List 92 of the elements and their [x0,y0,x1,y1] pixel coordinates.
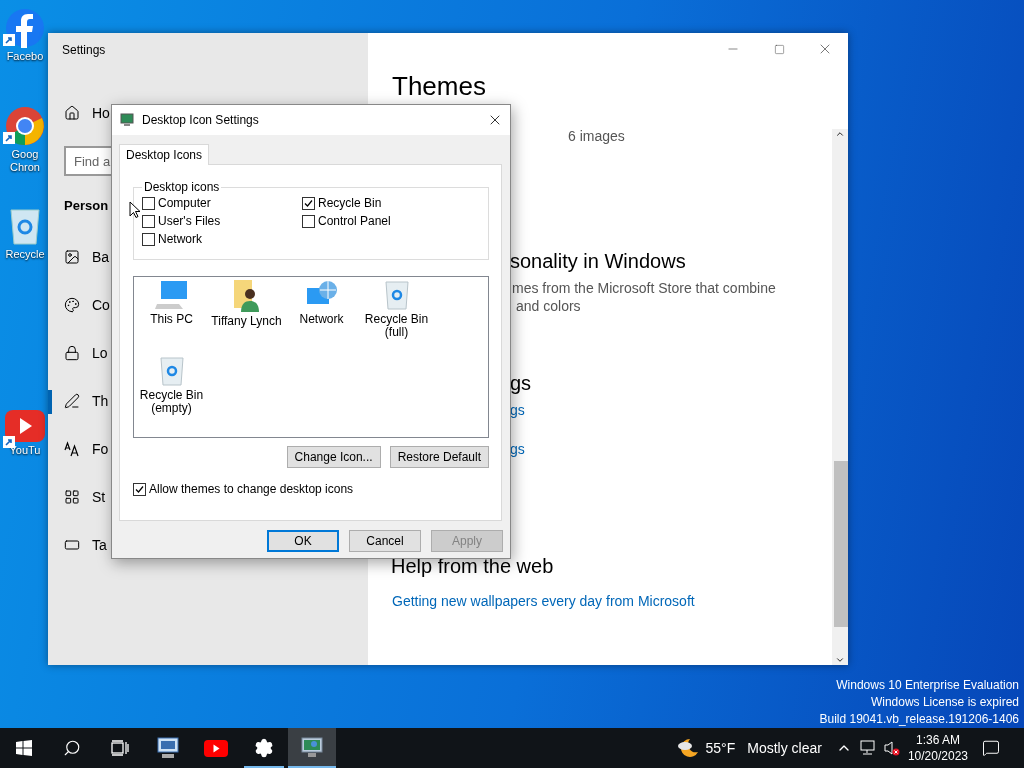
network-icon[interactable] [859,740,878,756]
taskbar-app-button[interactable] [288,728,336,768]
checkbox[interactable] [142,214,155,228]
watermark-text: Windows 10 Enterprise Evaluation [836,677,1019,694]
temperature-text[interactable]: 55°F [705,740,736,756]
theme-count: 6 images [568,127,625,145]
checkbox[interactable] [142,196,155,210]
nav-item[interactable]: Fo [92,441,109,457]
brush-icon [64,393,80,409]
chrome-logo-icon [5,106,45,146]
mouse-cursor-icon [129,201,141,219]
notification-icon[interactable] [982,739,1000,757]
desktop-icon-label[interactable]: Goog Chron [10,148,40,174]
search-icon [63,739,81,757]
remote-desktop-icon[interactable] [156,737,180,759]
taskbar-icon [64,537,80,553]
user-folder-icon [231,280,262,312]
volume-muted-icon[interactable] [883,740,900,756]
icon-label[interactable]: Tiffany Lynch [210,315,283,328]
checkbox-label[interactable]: Computer [158,196,211,210]
description-text: mes from the Microsoft Store that combine [512,279,776,297]
dialog-button[interactable]: Restore Default [389,446,489,468]
settings-icon[interactable] [254,738,274,758]
dialog-button[interactable]: OK [267,530,339,552]
youtube-logo-icon[interactable] [204,739,228,757]
moon-cloud-icon[interactable] [675,737,700,759]
task-view-icon [111,740,129,756]
icon-label[interactable]: Network [285,313,358,326]
recycle-bin-icon [158,356,185,386]
checkbox[interactable] [302,214,315,228]
nav-item[interactable]: Th [92,393,109,409]
desktop-icon-label[interactable]: YouTu [9,444,41,457]
running-indicator [244,766,284,768]
checkbox-label[interactable]: Network [158,232,202,246]
checkbox-label[interactable]: Recycle Bin [318,196,382,210]
related-link[interactable]: gs [510,440,525,458]
section-heading: Person [64,198,109,213]
related-link[interactable]: gs [510,401,525,419]
checkbox-label[interactable]: Control Panel [318,214,391,228]
icon-label[interactable]: Recycle Bin (full) [360,313,433,339]
icon-label[interactable]: This PC [135,313,208,326]
nav-item[interactable]: Ba [92,249,110,265]
display-settings-icon[interactable] [300,737,324,759]
clock-date[interactable]: 10/20/2023 [907,748,968,764]
section-heading: Help from the web [391,554,554,578]
maximize-icon [773,43,785,55]
monitor-icon [120,113,134,127]
section-heading: gs [510,371,532,395]
windows-logo-icon [16,740,32,756]
lock-icon [64,345,80,361]
dialog-button[interactable]: Cancel [349,530,421,552]
clock-time[interactable]: 1:36 AM [915,732,960,748]
nav-item[interactable]: Co [92,297,110,313]
scroll-down-icon[interactable] [835,655,845,665]
dialog-title: Desktop Icon Settings [142,113,260,127]
scroll-up-icon[interactable] [835,129,845,139]
help-link[interactable]: Getting new wallpapers every day from Microsoft [392,592,695,610]
computer-icon [154,280,189,310]
nav-item[interactable]: St [92,489,106,505]
watermark-text: Windows License is expired [870,694,1019,711]
desktop-icon-label[interactable]: Recycle [5,248,45,261]
desktop-icon-label[interactable]: Facebo [6,50,44,63]
recycle-bin-icon [383,280,410,310]
section-heading: sonality in Windows [510,249,686,273]
tab[interactable]: Desktop Icons [119,144,210,165]
nav-item[interactable]: Ta [92,537,107,553]
facebook-logo-icon [5,8,45,48]
dialog-button[interactable]: Change Icon... [286,446,381,468]
running-indicator [288,766,336,768]
nav-item[interactable]: Lo [92,345,108,361]
icon-label[interactable]: Recycle Bin (empty) [135,389,208,415]
page-title: Themes [392,71,486,101]
fonts-icon [64,441,80,457]
picture-icon [64,249,80,265]
recycle-bin-icon [7,206,43,246]
nav-item[interactable]: Ho [92,105,110,121]
checkbox-label[interactable]: User's Files [158,214,221,228]
scrollbar[interactable] [832,129,848,665]
checkbox[interactable] [133,482,146,496]
scrollbar-thumb[interactable] [834,461,848,627]
checkbox-label[interactable]: Allow themes to change desktop icons [149,482,354,496]
tiles-icon [64,489,80,505]
checkbox[interactable] [142,232,155,246]
palette-icon [64,297,80,313]
description-text: and colors [516,297,581,315]
watermark-text: Build 19041.vb_release.191206-1406 [819,711,1019,728]
window-title: Settings [62,43,106,57]
group-label: Desktop icons [143,180,221,194]
youtube-logo-icon [5,410,45,442]
weather-text[interactable]: Mostly clear [747,740,822,756]
checkbox[interactable] [302,196,315,210]
home-icon [64,105,80,121]
